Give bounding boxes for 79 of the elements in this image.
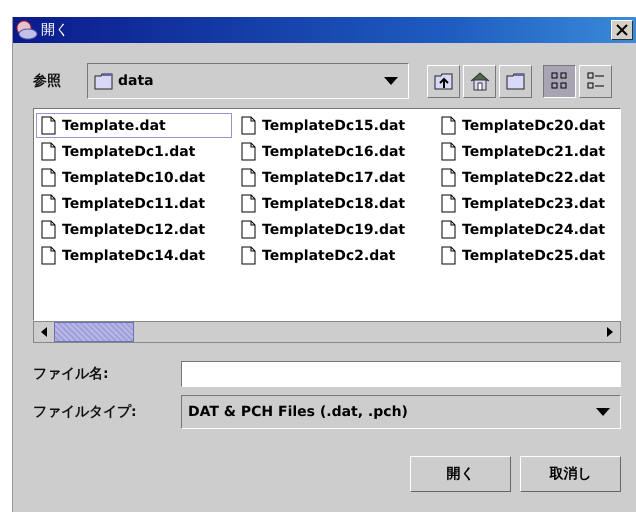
file-item[interactable]: TemplateDc24.dat — [436, 217, 620, 242]
file-name: Template.dat — [62, 118, 166, 134]
file-item[interactable]: TemplateDc14.dat — [36, 243, 232, 268]
file-icon — [41, 246, 56, 265]
scroll-right-icon — [607, 327, 613, 337]
file-icon — [241, 220, 256, 239]
home-icon — [470, 72, 490, 90]
file-item[interactable]: TemplateDc20.dat — [436, 113, 620, 138]
file-item[interactable]: TemplateDc18.dat — [236, 191, 432, 216]
app-icon — [16, 20, 38, 40]
dialog-button[interactable]: 開く — [410, 456, 511, 492]
file-name: TemplateDc1.dat — [62, 144, 196, 160]
file-icon — [241, 194, 256, 213]
file-name: TemplateDc11.dat — [62, 196, 206, 212]
file-item[interactable]: TemplateDc19.dat — [236, 217, 432, 242]
file-item[interactable]: TemplateDc16.dat — [236, 139, 432, 164]
file-icon — [41, 116, 56, 135]
file-item[interactable]: TemplateDc12.dat — [36, 217, 232, 242]
file-item[interactable]: TemplateDc21.dat — [436, 139, 620, 164]
file-icon — [241, 116, 256, 135]
details-view-icon — [586, 72, 604, 90]
file-icon — [241, 246, 256, 265]
list-view-icon — [550, 72, 568, 90]
file-name: TemplateDc18.dat — [262, 196, 406, 212]
file-name: TemplateDc23.dat — [462, 196, 606, 212]
close-icon — [616, 24, 628, 36]
file-name: TemplateDc25.dat — [462, 248, 606, 264]
file-item[interactable]: TemplateDc10.dat — [36, 165, 232, 190]
file-icon — [241, 142, 256, 161]
folder-icon — [506, 72, 526, 90]
file-item[interactable]: TemplateDc17.dat — [236, 165, 432, 190]
horizontal-scrollbar[interactable] — [33, 321, 621, 343]
file-item[interactable]: TemplateDc25.dat — [436, 243, 620, 268]
file-name: TemplateDc15.dat — [262, 118, 406, 134]
file-item[interactable]: TemplateDc15.dat — [236, 113, 432, 138]
folder-up-icon — [434, 72, 454, 90]
look-in-label: 参照 — [33, 72, 62, 90]
file-icon — [441, 116, 456, 135]
file-icon — [241, 168, 256, 187]
dialog-button[interactable]: 取消し — [520, 456, 621, 492]
dropdown-arrow-icon — [384, 77, 398, 85]
file-icon — [441, 246, 456, 265]
file-type-dropdown[interactable]: DAT & PCH Files (.dat, .pch) — [181, 395, 621, 429]
dropdown-arrow-icon — [596, 408, 610, 416]
file-name: TemplateDc12.dat — [62, 222, 206, 238]
file-name: TemplateDc22.dat — [462, 170, 606, 186]
look-in-dropdown[interactable]: data — [87, 63, 409, 99]
folder-icon — [94, 72, 114, 90]
file-icon — [441, 168, 456, 187]
file-item[interactable]: TemplateDc1.dat — [36, 139, 232, 164]
file-name: TemplateDc10.dat — [62, 170, 206, 186]
scrollbar-thumb[interactable] — [54, 322, 134, 342]
file-type-label: ファイルタイプ: — [33, 403, 138, 421]
file-icon — [441, 142, 456, 161]
file-icon — [41, 194, 56, 213]
file-name: TemplateDc19.dat — [262, 222, 406, 238]
file-name: TemplateDc16.dat — [262, 144, 406, 160]
file-name: TemplateDc2.dat — [262, 248, 396, 264]
toolbar-button[interactable] — [543, 64, 576, 98]
file-name: TemplateDc20.dat — [462, 118, 606, 134]
file-item[interactable]: TemplateDc2.dat — [236, 243, 432, 268]
file-name: TemplateDc24.dat — [462, 222, 606, 238]
file-name: TemplateDc21.dat — [462, 144, 606, 160]
file-item[interactable]: TemplateDc11.dat — [36, 191, 232, 216]
file-name-field[interactable] — [181, 361, 621, 387]
file-item[interactable]: Template.dat — [36, 113, 232, 138]
close-button[interactable] — [611, 20, 633, 40]
window-title: 開く — [41, 21, 70, 39]
file-name: TemplateDc14.dat — [62, 248, 206, 264]
file-item[interactable]: TemplateDc22.dat — [436, 165, 620, 190]
file-item[interactable]: TemplateDc23.dat — [436, 191, 620, 216]
file-icon — [41, 220, 56, 239]
scroll-left-icon — [41, 327, 47, 337]
file-icon — [441, 194, 456, 213]
file-icon — [41, 168, 56, 187]
file-icon — [41, 142, 56, 161]
file-name-label: ファイル名: — [33, 365, 110, 383]
file-name: TemplateDc17.dat — [262, 170, 406, 186]
file-icon — [441, 220, 456, 239]
